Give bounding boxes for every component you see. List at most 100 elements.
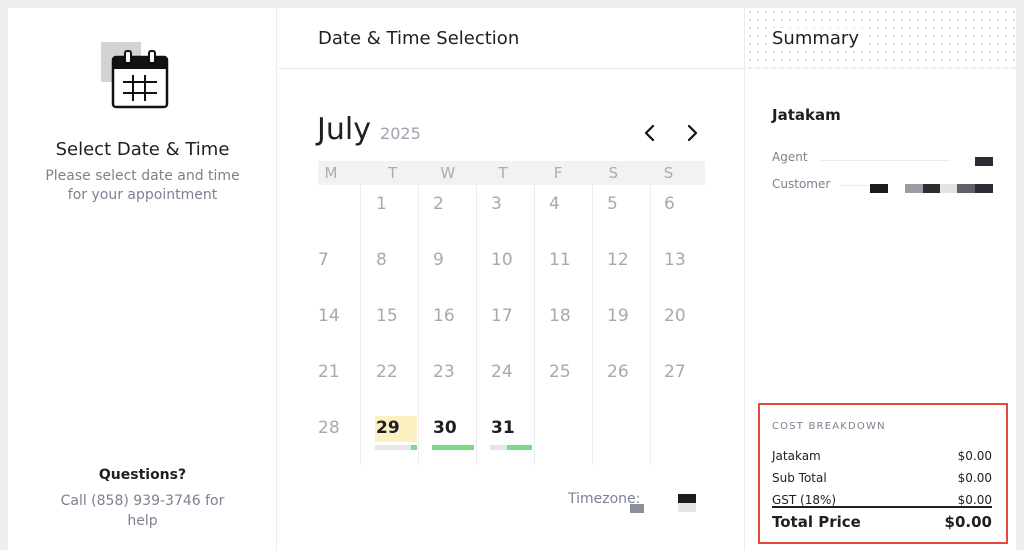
cost-breakdown-box: COST BREAKDOWN Jatakam $0.00 Sub Total $… <box>758 403 1008 544</box>
date-time-panel: Date & Time Selection July 2025 MTWTFSS … <box>278 8 745 550</box>
day-cell-18: 18 <box>549 306 571 326</box>
customer-value-block <box>905 184 923 193</box>
day-cell-8: 8 <box>376 250 387 270</box>
day-cell-28: 28 <box>318 418 340 438</box>
month-name: July <box>317 112 371 147</box>
day-cell-7: 7 <box>318 250 329 270</box>
grid-line <box>360 185 361 465</box>
day-cell-5: 5 <box>607 194 618 214</box>
grid-line <box>534 185 535 465</box>
cost-row-value: $0.00 <box>957 471 992 485</box>
booking-widget: Select Date & Time Please select date an… <box>8 8 1016 550</box>
day-cell-25: 25 <box>549 362 571 382</box>
customer-value-block <box>957 184 975 193</box>
cost-row: Jatakam $0.00 <box>772 449 992 463</box>
cost-row-value: $0.00 <box>957 493 992 507</box>
total-divider <box>772 506 992 508</box>
weekday-label: S <box>663 164 674 182</box>
day-grid: 1 2 3 4 5 6 7 8 9 10 11 12 13 14 15 16 17 18 19 20 21 22 23 24 2… <box>318 185 705 465</box>
customer-value-block <box>923 184 940 193</box>
day-cell-23: 23 <box>433 362 455 382</box>
cost-row-label: Sub Total <box>772 471 827 485</box>
total-price-value: $0.00 <box>944 513 992 531</box>
day-cell-1: 1 <box>376 194 387 214</box>
agent-label: Agent <box>772 150 808 164</box>
calendar: MTWTFSS 1 2 3 4 5 6 7 8 9 10 11 12 13 14 15 16 17 18 19 20 2… <box>318 161 705 465</box>
chevron-left-icon <box>644 124 655 142</box>
day-cell-29[interactable]: 29 <box>376 418 400 438</box>
day-cell-3: 3 <box>491 194 502 214</box>
grid-line <box>592 185 593 465</box>
cost-row: Sub Total $0.00 <box>772 471 992 485</box>
weekday-header: MTWTFSS <box>318 161 705 185</box>
customer-divider <box>840 185 870 186</box>
customer-value-block <box>975 184 993 193</box>
agent-value-block <box>975 157 993 166</box>
weekday-label: T <box>388 164 398 182</box>
cost-breakdown-title: COST BREAKDOWN <box>772 421 886 432</box>
day-cell-16: 16 <box>433 306 455 326</box>
summary-header: Summary <box>746 8 1016 69</box>
timezone-value-block[interactable] <box>678 494 696 503</box>
availability-fill <box>432 445 474 450</box>
day-cell-14: 14 <box>318 306 340 326</box>
next-month-button[interactable] <box>682 122 702 144</box>
weekday-label: S <box>608 164 619 182</box>
panel-header: Date & Time Selection <box>278 8 745 69</box>
day-cell-6: 6 <box>664 194 675 214</box>
day-cell-27: 27 <box>664 362 686 382</box>
questions-title: Questions? <box>98 467 187 483</box>
cost-row: GST (18%) $0.00 <box>772 493 992 507</box>
month-year: 2025 <box>380 124 421 143</box>
prev-month-button[interactable] <box>640 122 660 144</box>
month-title: July 2025 <box>317 112 421 147</box>
grid-line <box>650 185 651 465</box>
day-cell-17: 17 <box>491 306 513 326</box>
cost-row-value: $0.00 <box>957 449 992 463</box>
availability-fill <box>411 445 417 450</box>
agent-divider <box>820 160 950 161</box>
customer-label: Customer <box>772 177 831 191</box>
step-title: Select Date & Time <box>55 139 230 160</box>
customer-value-block <box>870 184 888 193</box>
day-cell-11: 11 <box>549 250 571 270</box>
total-price-row: Total Price $0.00 <box>772 513 992 531</box>
weekday-label: M <box>324 164 338 182</box>
day-cell-26: 26 <box>607 362 629 382</box>
chevron-right-icon <box>687 124 698 142</box>
grid-line <box>418 185 419 465</box>
weekday-label: W <box>440 164 456 182</box>
day-cell-20: 20 <box>664 306 686 326</box>
customer-value-block <box>940 184 957 193</box>
day-cell-24: 24 <box>491 362 513 382</box>
cost-row-label: GST (18%) <box>772 493 837 507</box>
timezone-selector[interactable] <box>630 504 644 513</box>
panel-title: Date & Time Selection <box>318 28 520 49</box>
day-cell-13: 13 <box>664 250 686 270</box>
service-name: Jatakam <box>772 106 841 124</box>
timezone-value-block <box>678 503 696 512</box>
day-cell-31[interactable]: 31 <box>491 418 515 438</box>
summary-panel: Summary Jatakam Agent Customer COST BREA… <box>746 8 1016 550</box>
availability-fill <box>507 445 532 450</box>
day-cell-21: 21 <box>318 362 340 382</box>
cost-row-label: Jatakam <box>772 449 821 463</box>
summary-title: Summary <box>772 28 863 49</box>
total-price-label: Total Price <box>772 513 861 531</box>
calendar-icon <box>101 42 171 114</box>
weekday-label: T <box>498 164 508 182</box>
day-cell-15: 15 <box>376 306 398 326</box>
day-cell-22: 22 <box>376 362 398 382</box>
day-cell-12: 12 <box>607 250 629 270</box>
day-cell-10: 10 <box>491 250 513 270</box>
step-info-panel: Select Date & Time Please select date an… <box>8 8 277 550</box>
grid-line <box>476 185 477 465</box>
day-cell-9: 9 <box>433 250 444 270</box>
day-cell-2: 2 <box>433 194 444 214</box>
day-cell-4: 4 <box>549 194 560 214</box>
day-cell-30[interactable]: 30 <box>433 418 457 438</box>
step-description: Please select date and time for your app… <box>45 168 240 203</box>
questions-contact[interactable]: Call (858) 939-3746 for help <box>58 491 227 531</box>
weekday-label: F <box>553 164 563 182</box>
day-cell-19: 19 <box>607 306 629 326</box>
